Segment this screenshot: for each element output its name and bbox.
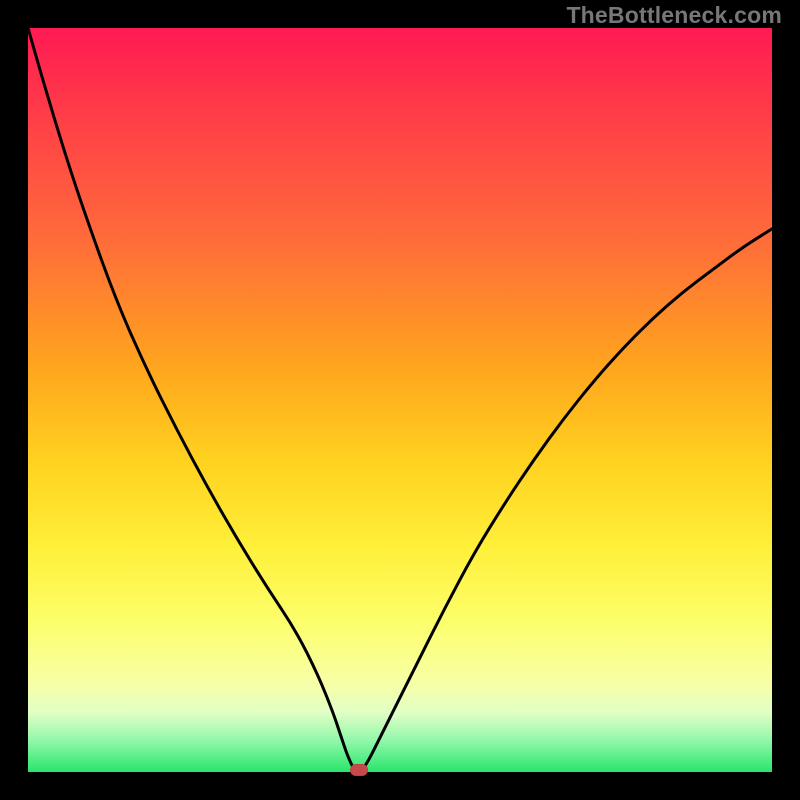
- chart-frame: TheBottleneck.com: [0, 0, 800, 800]
- watermark-label: TheBottleneck.com: [566, 2, 782, 29]
- minimum-marker: [350, 764, 368, 776]
- curve-path: [28, 28, 772, 772]
- bottleneck-curve: [28, 28, 772, 772]
